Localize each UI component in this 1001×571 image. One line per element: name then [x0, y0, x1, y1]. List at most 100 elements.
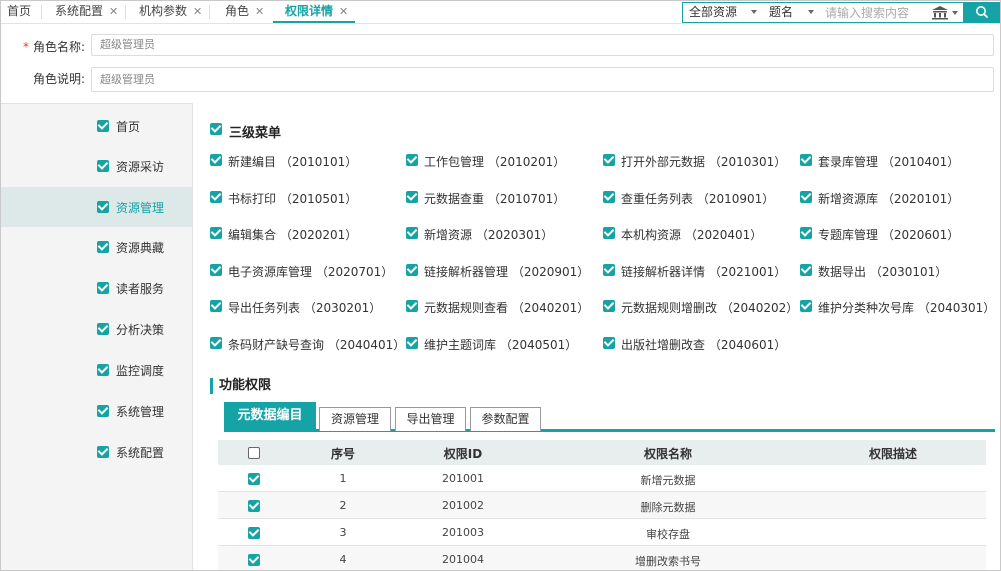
sidebar-item-label: 分析决策 [116, 323, 165, 337]
checkbox-icon[interactable] [248, 527, 260, 539]
checkbox-icon[interactable] [210, 300, 222, 312]
checkbox-icon[interactable] [210, 227, 222, 239]
sidebar-item-analytics[interactable]: 分析决策 [1, 309, 192, 349]
checkbox-icon[interactable] [248, 554, 260, 566]
search-scope-value: 全部资源 [689, 5, 738, 19]
select-all-menu-checkbox[interactable] [210, 123, 222, 135]
select-all-checkbox[interactable] [248, 447, 260, 459]
tab-org-params[interactable]: 机构参数 ✕ [133, 1, 202, 23]
function-subtabs: 元数据编目 资源管理 导出管理 参数配置 [224, 402, 995, 432]
checkbox-icon[interactable] [406, 300, 418, 312]
search-input[interactable] [821, 3, 927, 22]
role-name-field[interactable]: 超级管理员 [91, 34, 994, 56]
sidebar-item-resource-management[interactable]: 资源管理 [1, 187, 192, 227]
tab-system-config[interactable]: 系统配置 ✕ [49, 1, 118, 23]
checkbox-icon[interactable] [97, 241, 109, 253]
checkbox-icon[interactable] [210, 191, 222, 203]
search-scope-select[interactable]: 全部资源 [689, 3, 759, 22]
checkbox-icon[interactable] [603, 300, 615, 312]
sidebar-item-label: 首页 [116, 120, 141, 134]
checkbox-icon[interactable] [210, 264, 222, 276]
checkbox-icon[interactable] [800, 191, 812, 203]
subtab-resource-management[interactable]: 资源管理 [319, 407, 391, 431]
caret-down-icon [751, 10, 757, 14]
cell-no: 1 [339, 472, 347, 485]
checkbox-icon[interactable] [97, 160, 109, 172]
close-icon[interactable]: ✕ [255, 5, 264, 18]
checkbox-icon[interactable] [97, 364, 109, 376]
search-field-value: 题名 [769, 5, 794, 19]
close-icon[interactable]: ✕ [193, 5, 202, 18]
sidebar-item-label: 资源采访 [116, 160, 165, 174]
sidebar-item-label: 资源管理 [116, 201, 165, 215]
tab-divider [125, 5, 126, 19]
close-icon[interactable]: ✕ [109, 5, 118, 18]
checkbox-icon[interactable] [800, 154, 812, 166]
checkbox-icon[interactable] [603, 264, 615, 276]
sidebar-item-reader-service[interactable]: 读者服务 [1, 268, 192, 308]
checkbox-icon[interactable] [406, 154, 418, 166]
app-window: 首页 系统配置 ✕ 机构参数 ✕ 角色 ✕ 权限详情 ✕ 全部资源 题名 请输入… [0, 0, 1001, 571]
role-desc-row: 角色说明: 超级管理员 [1, 67, 1000, 93]
sidebar-item-collection[interactable]: 资源典藏 [1, 227, 192, 267]
sidebar-item-home[interactable]: 首页 [1, 106, 192, 146]
table-row[interactable]: 3 201003 审校存盘 [218, 519, 986, 546]
sidebar-item-system-config[interactable]: 系统配置 [1, 432, 192, 472]
tab-label: 首页 [7, 4, 32, 18]
sidebar-item-label: 系统配置 [116, 446, 165, 460]
subtab-parameter-config[interactable]: 参数配置 [470, 407, 541, 431]
search-button[interactable] [964, 2, 1000, 23]
role-desc-field[interactable]: 超级管理员 [91, 67, 994, 92]
checkbox-icon[interactable] [800, 264, 812, 276]
checkbox-icon[interactable] [406, 227, 418, 239]
close-icon[interactable]: ✕ [339, 5, 348, 18]
tab-role[interactable]: 角色 ✕ [219, 1, 264, 23]
column-header-id: 权限ID [443, 447, 483, 461]
table-header: 序号 权限ID 权限名称 权限描述 [218, 440, 986, 465]
checkbox-icon[interactable] [97, 323, 109, 335]
checkbox-icon[interactable] [97, 405, 109, 417]
subtab-export-management[interactable]: 导出管理 [395, 407, 466, 431]
menu-section-title: 三级菜单 [229, 126, 282, 141]
sidebar-item-monitoring[interactable]: 监控调度 [1, 350, 192, 390]
tab-label: 机构参数 [139, 4, 188, 18]
library-icon[interactable] [931, 5, 961, 20]
checkbox-icon[interactable] [603, 154, 615, 166]
sidebar-item-system-management[interactable]: 系统管理 [1, 391, 192, 431]
cell-no: 4 [339, 553, 347, 566]
tab-divider [41, 5, 42, 19]
checkbox-icon[interactable] [603, 337, 615, 349]
column-header-no: 序号 [330, 447, 355, 461]
checkbox-icon[interactable] [210, 154, 222, 166]
tab-permission-detail[interactable]: 权限详情 ✕ [273, 1, 355, 23]
tab-label: 系统配置 [55, 4, 104, 18]
sidebar-item-acquisition[interactable]: 资源采访 [1, 146, 192, 186]
checkbox-icon[interactable] [210, 337, 222, 349]
table-row[interactable]: 2 201002 删除元数据 [218, 492, 986, 519]
cell-id: 201001 [442, 472, 484, 485]
checkbox-icon[interactable] [603, 191, 615, 203]
table-row[interactable]: 4 201004 增删改索书号 [218, 546, 986, 570]
checkbox-icon[interactable] [800, 227, 812, 239]
checkbox-icon[interactable] [97, 282, 109, 294]
function-section-title: 功能权限 [210, 378, 271, 394]
checkbox-icon[interactable] [406, 264, 418, 276]
tab-bar: 首页 系统配置 ✕ 机构参数 ✕ 角色 ✕ 权限详情 ✕ 全部资源 题名 [1, 1, 1000, 24]
checkbox-icon[interactable] [603, 227, 615, 239]
checkbox-icon[interactable] [97, 120, 109, 132]
checkbox-icon[interactable] [406, 191, 418, 203]
sidebar-item-label: 系统管理 [116, 405, 165, 419]
tab-label: 角色 [225, 4, 250, 18]
checkbox-icon[interactable] [800, 300, 812, 312]
cell-name: 新增元数据 [640, 474, 696, 487]
checkbox-icon[interactable] [248, 473, 260, 485]
checkbox-icon[interactable] [406, 337, 418, 349]
tab-home[interactable]: 首页 [1, 1, 31, 23]
subtab-metadata-cataloging[interactable]: 元数据编目 [224, 402, 316, 430]
cell-no: 2 [339, 499, 347, 512]
checkbox-icon[interactable] [97, 201, 109, 213]
table-row[interactable]: 1 201001 新增元数据 [218, 465, 986, 492]
column-header-name: 权限名称 [643, 447, 692, 461]
checkbox-icon[interactable] [248, 500, 260, 512]
checkbox-icon[interactable] [97, 446, 109, 458]
